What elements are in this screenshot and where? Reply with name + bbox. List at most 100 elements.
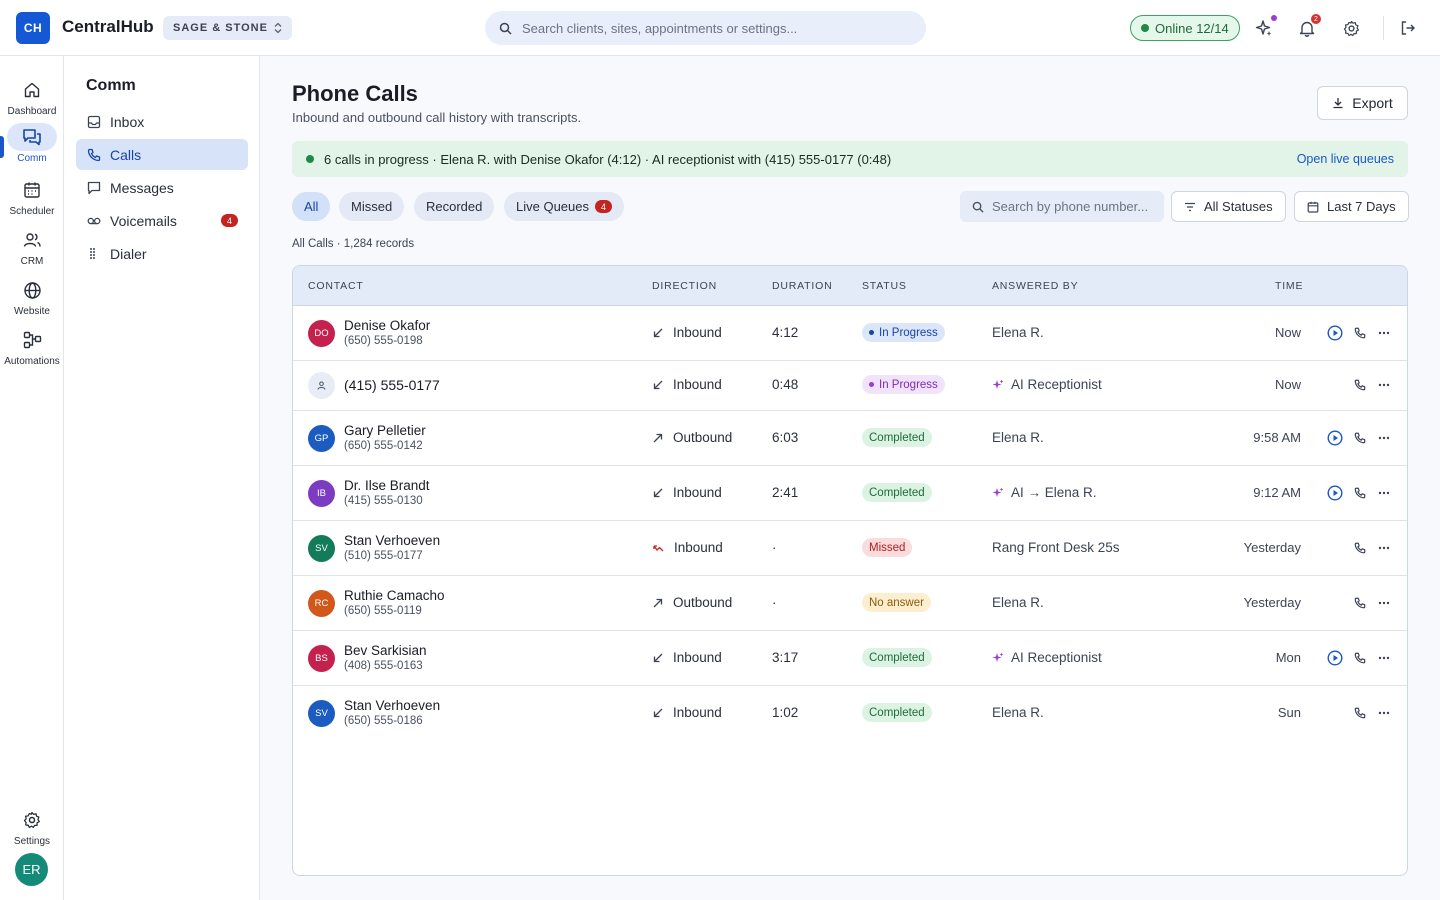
answered-by-label: AI → Elena R. xyxy=(1011,485,1097,500)
chip-label: Live Queues xyxy=(516,199,589,214)
table-row[interactable]: RC Ruthie Camacho (650) 555-0119 Outboun… xyxy=(293,576,1407,631)
phone-icon xyxy=(87,148,101,162)
search-icon xyxy=(499,22,512,35)
rail-item-website[interactable]: Website xyxy=(0,276,64,326)
rail-item-crm[interactable]: CRM xyxy=(0,226,64,276)
column-header-direction[interactable]: DIRECTION xyxy=(652,280,717,292)
more-options-icon[interactable] xyxy=(1375,376,1393,394)
column-header-status[interactable]: STATUS xyxy=(862,280,907,292)
phone-search-input[interactable] xyxy=(992,199,1152,214)
inbound-arrow-icon xyxy=(653,380,663,390)
more-options-icon[interactable] xyxy=(1375,484,1393,502)
subnav-item-calls[interactable]: Calls xyxy=(76,139,248,170)
subnav-item-messages[interactable]: Messages xyxy=(76,172,248,203)
call-back-icon[interactable] xyxy=(1351,704,1369,722)
ai-sparkle-icon[interactable] xyxy=(1254,15,1277,38)
subnav-item-dialer[interactable]: Dialer xyxy=(76,238,248,269)
status-filter-button[interactable]: All Statuses xyxy=(1171,191,1286,222)
org-switcher[interactable]: SAGE & STONE xyxy=(163,16,292,40)
user-avatar[interactable]: ER xyxy=(15,853,48,886)
calendar-icon xyxy=(1307,201,1319,213)
table-row[interactable]: BS Bev Sarkisian (408) 555-0163 Inbound … xyxy=(293,631,1407,686)
more-options-icon[interactable] xyxy=(1375,429,1393,447)
contact-name[interactable]: Stan Verhoeven xyxy=(344,533,440,548)
export-button[interactable]: Export xyxy=(1317,86,1408,120)
contact-name[interactable]: Gary Pelletier xyxy=(344,423,426,438)
contact-name[interactable]: Stan Verhoeven xyxy=(344,698,440,713)
filter-chip-missed[interactable]: Missed xyxy=(339,192,405,221)
contact-name[interactable]: Dr. Ilse Brandt xyxy=(344,478,430,493)
table-row[interactable]: SV Stan Verhoeven (650) 555-0186 Inbound… xyxy=(293,686,1407,741)
bell-icon[interactable]: 2 xyxy=(1297,14,1321,38)
rail-item-scheduler[interactable]: Scheduler xyxy=(0,176,64,226)
top-bar: CH CentralHub SAGE & STONE Online 12/14 … xyxy=(0,0,1440,56)
rail-label: Scheduler xyxy=(9,206,55,217)
call-back-icon[interactable] xyxy=(1351,324,1369,342)
app-logo[interactable]: CH xyxy=(16,12,50,44)
filter-chip-all[interactable]: All xyxy=(292,192,331,221)
logout-icon[interactable] xyxy=(1398,18,1418,38)
online-status-pill[interactable]: Online 12/14 xyxy=(1130,15,1240,41)
call-direction: Inbound xyxy=(653,650,722,665)
global-search[interactable] xyxy=(485,11,926,45)
rail-item-dashboard[interactable]: Dashboard xyxy=(0,76,64,126)
call-back-icon[interactable] xyxy=(1351,429,1369,447)
play-recording-icon[interactable] xyxy=(1326,649,1344,667)
answered-by: Elena R. xyxy=(992,705,1044,720)
column-header-duration[interactable]: DURATION xyxy=(772,280,832,292)
contact-name[interactable]: Bev Sarkisian xyxy=(344,643,427,658)
status-filter-label: All Statuses xyxy=(1204,199,1273,214)
table-row[interactable]: SV Stan Verhoeven (510) 555-0177 Inbound… xyxy=(293,521,1407,576)
rail-item-comm[interactable]: Comm xyxy=(0,123,64,173)
date-filter-button[interactable]: Last 7 Days xyxy=(1294,191,1409,222)
subnav-item-voicemails[interactable]: Voicemails 4 xyxy=(76,205,248,236)
call-back-icon[interactable] xyxy=(1351,539,1369,557)
phone-search[interactable] xyxy=(960,191,1164,222)
call-back-icon[interactable] xyxy=(1351,484,1369,502)
table-row[interactable]: (415) 555-0177 Inbound 0:48 In Progress … xyxy=(293,361,1407,411)
more-options-icon[interactable] xyxy=(1375,324,1393,342)
table-header: CONTACT DIRECTION DURATION STATUS ANSWER… xyxy=(293,266,1407,306)
table-row[interactable]: IB Dr. Ilse Brandt (415) 555-0130 Inboun… xyxy=(293,466,1407,521)
call-time: Now xyxy=(1274,325,1301,340)
global-search-input[interactable] xyxy=(522,20,902,36)
contact-phone: (415) 555-0130 xyxy=(344,495,423,507)
column-header-time[interactable]: TIME xyxy=(1275,280,1303,292)
chip-label: Recorded xyxy=(426,199,483,214)
play-recording-icon[interactable] xyxy=(1326,324,1344,342)
more-options-icon[interactable] xyxy=(1375,539,1393,557)
notification-count-badge: 2 xyxy=(1311,14,1321,24)
play-recording-icon[interactable] xyxy=(1326,429,1344,447)
contact-name[interactable]: Ruthie Camacho xyxy=(344,588,445,603)
filter-chip-recorded[interactable]: Recorded xyxy=(414,192,495,221)
status-dot xyxy=(869,382,874,387)
column-header-answered-by[interactable]: ANSWERED BY xyxy=(992,280,1078,292)
call-duration: 3:17 xyxy=(772,650,799,665)
play-recording-icon[interactable] xyxy=(1326,484,1344,502)
more-options-icon[interactable] xyxy=(1375,649,1393,667)
more-options-icon[interactable] xyxy=(1375,704,1393,722)
contact-name[interactable]: (415) 555-0177 xyxy=(344,377,440,393)
comm-subnav: Comm Inbox Calls Messages Voicemails 4 D… xyxy=(64,56,260,900)
table-row[interactable]: DO Denise Okafor (650) 555-0198 Inbound … xyxy=(293,306,1407,361)
rail-item-settings[interactable]: Settings xyxy=(0,806,64,856)
main-content: Phone Calls Inbound and outbound call hi… xyxy=(260,56,1440,900)
call-duration: 2:41 xyxy=(772,485,799,500)
rail-item-automations[interactable]: Automations xyxy=(0,326,64,376)
gear-icon xyxy=(7,806,57,834)
more-options-icon[interactable] xyxy=(1375,594,1393,612)
gear-icon[interactable] xyxy=(1341,18,1361,38)
call-back-icon[interactable] xyxy=(1351,649,1369,667)
open-live-queues-link[interactable]: Open live queues xyxy=(1297,152,1394,166)
call-back-icon[interactable] xyxy=(1351,594,1369,612)
contact-name[interactable]: Denise Okafor xyxy=(344,318,430,333)
filter-chip-live-queues[interactable]: Live Queues 4 xyxy=(504,192,624,221)
call-direction: Inbound xyxy=(653,540,723,555)
call-back-icon[interactable] xyxy=(1351,376,1369,394)
subnav-item-inbox[interactable]: Inbox xyxy=(76,106,248,137)
voicemail-icon xyxy=(87,214,101,228)
column-header-contact[interactable]: CONTACT xyxy=(308,280,364,292)
call-direction: Outbound xyxy=(653,430,732,445)
table-row[interactable]: GP Gary Pelletier (650) 555-0142 Outboun… xyxy=(293,411,1407,466)
call-time: Yesterday xyxy=(1243,540,1301,555)
